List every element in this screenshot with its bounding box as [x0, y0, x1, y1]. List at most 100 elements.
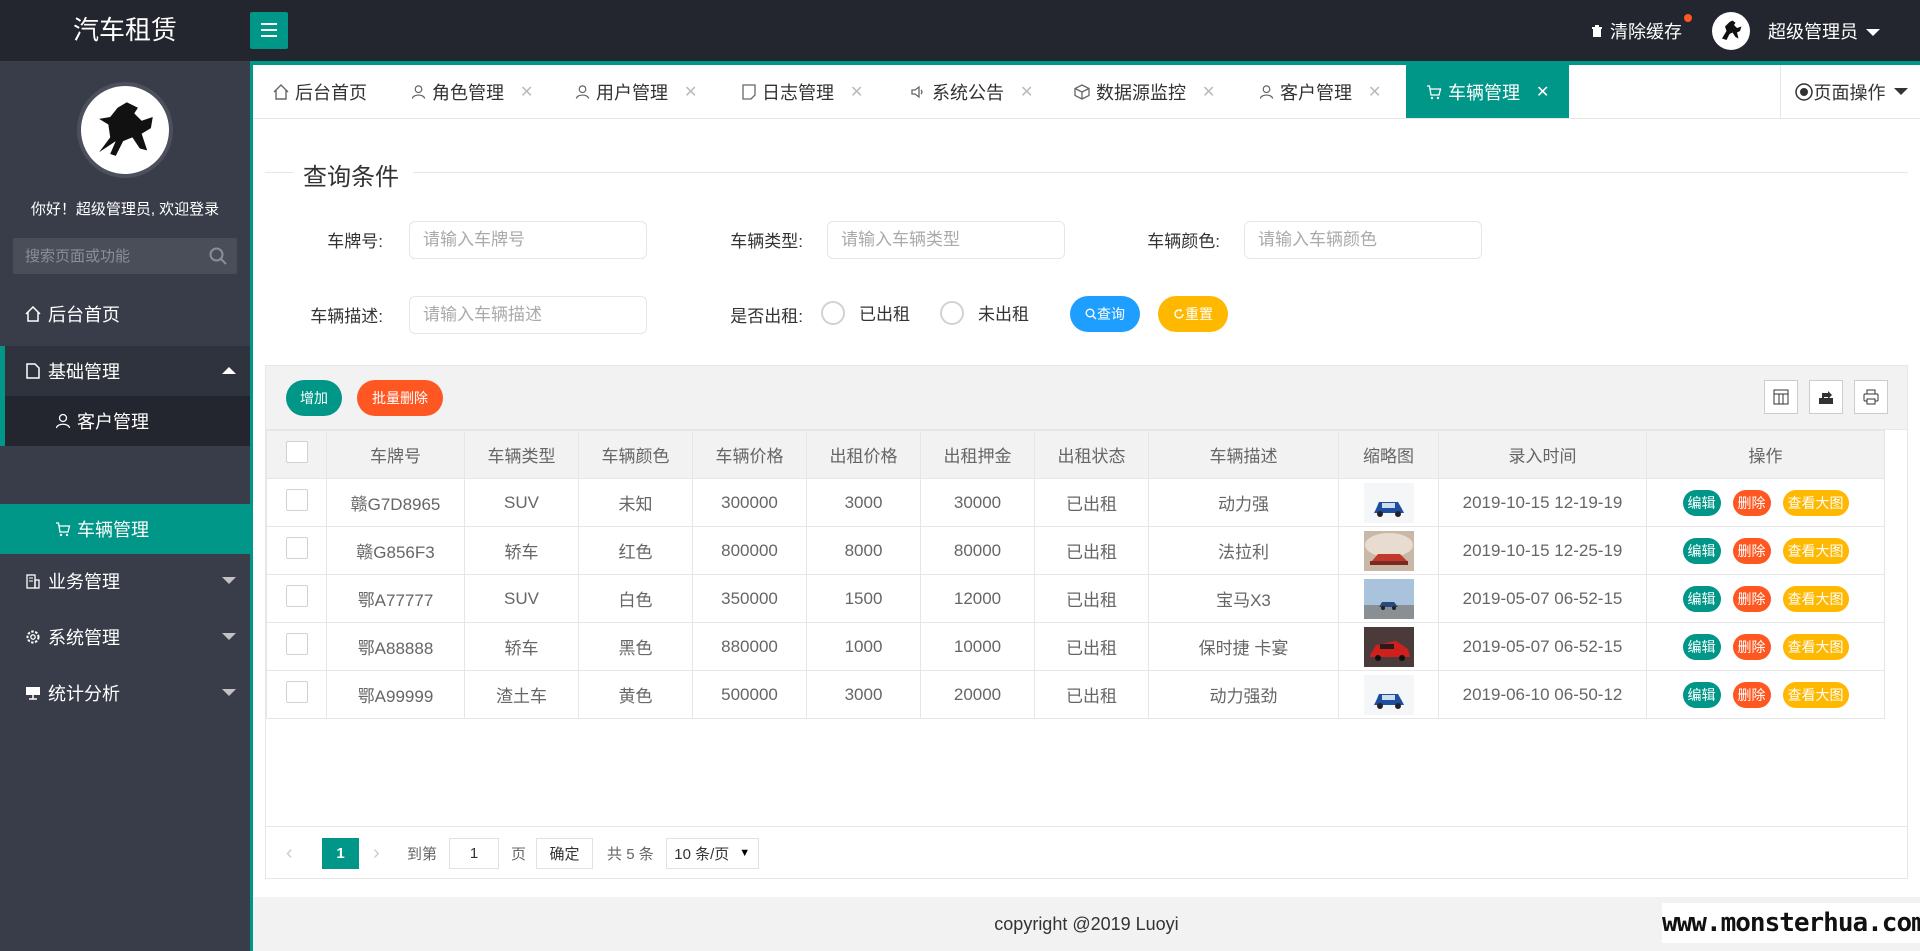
column-header[interactable]: 缩略图: [1338, 430, 1439, 479]
sidebar-item-business[interactable]: 业务管理: [0, 556, 250, 606]
close-icon[interactable]: ✕: [520, 82, 533, 102]
column-header[interactable]: 车辆价格: [692, 430, 807, 479]
column-header[interactable]: 车辆描述: [1148, 430, 1339, 479]
radio-rented[interactable]: 已出租: [821, 300, 910, 325]
close-icon[interactable]: ✕: [1536, 82, 1549, 102]
batch-delete-button[interactable]: 批量删除: [357, 380, 443, 416]
avatar[interactable]: [1712, 11, 1750, 50]
sidebar-search-input[interactable]: [13, 238, 237, 274]
column-header[interactable]: 出租押金: [920, 430, 1035, 479]
table-row[interactable]: 鄂A88888 轿车 黑色 880000 1000 10000 已出租 保时捷 …: [266, 622, 1885, 671]
thumbnail-red-car-smoke[interactable]: [1363, 530, 1414, 571]
edit-button[interactable]: 编辑: [1682, 585, 1721, 612]
confirm-button[interactable]: 确定: [536, 837, 594, 869]
sidebar-item-basic[interactable]: 基础管理: [0, 346, 250, 396]
table-row[interactable]: 赣G7D8965 SUV 未知 300000 3000 30000 已出租 动力…: [266, 478, 1885, 527]
tab-home[interactable]: 后台首页: [273, 65, 367, 118]
edit-button[interactable]: 编辑: [1682, 681, 1721, 708]
sidebar-item-system[interactable]: 系统管理: [0, 612, 250, 662]
sidebar-item-label: 后台首页: [48, 305, 120, 325]
reset-button-label: 重置: [1185, 306, 1213, 322]
type-input[interactable]: [827, 221, 1065, 259]
print-button[interactable]: [1854, 380, 1888, 414]
column-header[interactable]: 出租状态: [1034, 430, 1149, 479]
row-checkbox[interactable]: [285, 537, 308, 559]
color-input[interactable]: [1244, 221, 1482, 259]
view-image-button[interactable]: 查看大图: [1782, 681, 1849, 708]
edit-button[interactable]: 编辑: [1682, 537, 1721, 564]
delete-button[interactable]: 删除: [1732, 489, 1771, 516]
column-header[interactable]: 车辆颜色: [578, 430, 693, 479]
next-page-arrow[interactable]: ›: [373, 842, 397, 865]
user-menu[interactable]: 超级管理员: [1768, 18, 1880, 44]
sidebar-item-home[interactable]: 后台首页: [0, 289, 250, 339]
tab-users[interactable]: 用户管理 ✕: [575, 65, 697, 118]
tab-label: 用户管理: [596, 82, 668, 103]
caret-down-icon: [1866, 29, 1880, 37]
row-checkbox[interactable]: [285, 681, 308, 703]
tab-logs[interactable]: 日志管理 ✕: [742, 65, 863, 118]
delete-button[interactable]: 删除: [1732, 585, 1771, 612]
sidebar-item-vehicles[interactable]: 车辆管理: [0, 504, 250, 554]
search-icon[interactable]: [209, 247, 227, 265]
color-label: 车辆颜色:: [1147, 232, 1220, 251]
plate-input[interactable]: [409, 221, 647, 259]
thumbnail-blue-car[interactable]: [1363, 674, 1414, 715]
export-button[interactable]: [1809, 380, 1843, 414]
sidebar-item-stats[interactable]: 统计分析: [0, 668, 250, 718]
row-checkbox[interactable]: [285, 585, 308, 607]
add-button[interactable]: 增加: [286, 380, 342, 416]
clear-cache-button[interactable]: 清除缓存: [1590, 13, 1692, 44]
tab-datasource[interactable]: 数据源监控 ✕: [1074, 65, 1215, 118]
tab-vehicles[interactable]: 车辆管理 ✕: [1406, 65, 1570, 118]
edit-button[interactable]: 编辑: [1682, 489, 1721, 516]
column-header[interactable]: 车牌号: [326, 430, 465, 479]
close-icon[interactable]: ✕: [1020, 82, 1033, 102]
select-all-checkbox[interactable]: [285, 441, 308, 463]
columns-filter-button[interactable]: [1764, 380, 1798, 414]
menu-toggle-button[interactable]: [250, 12, 288, 49]
edit-button[interactable]: 编辑: [1682, 633, 1721, 660]
delete-button[interactable]: 删除: [1732, 633, 1771, 660]
row-checkbox[interactable]: [285, 489, 308, 511]
delete-button[interactable]: 删除: [1732, 681, 1771, 708]
table-row[interactable]: 鄂A77777 SUV 白色 350000 1500 12000 已出租 宝马X…: [266, 574, 1885, 623]
view-image-button[interactable]: 查看大图: [1782, 537, 1849, 564]
table-row[interactable]: 赣G856F3 轿车 红色 800000 8000 80000 已出租 法拉利 …: [266, 526, 1885, 575]
cell-plate: 鄂A99999: [326, 670, 465, 719]
goto-page-input[interactable]: 1: [449, 837, 500, 869]
trash-icon: [1592, 24, 1602, 37]
reset-button[interactable]: 重置: [1158, 296, 1228, 332]
tab-label: 车辆管理: [1448, 82, 1520, 103]
close-icon[interactable]: ✕: [1368, 82, 1381, 102]
row-checkbox[interactable]: [285, 633, 308, 655]
column-header[interactable]: 操作: [1646, 430, 1885, 479]
thumbnail-red-sports-car[interactable]: [1363, 626, 1414, 667]
view-image-button[interactable]: 查看大图: [1782, 633, 1849, 660]
page-operations-dropdown[interactable]: 页面操作: [1780, 65, 1920, 118]
column-header[interactable]: 车辆类型: [464, 430, 579, 479]
page-number-current[interactable]: 1: [322, 837, 359, 869]
cell-type: SUV: [464, 478, 579, 527]
table-row[interactable]: 鄂A99999 渣土车 黄色 500000 3000 20000 已出租 动力强…: [266, 670, 1885, 719]
view-image-button[interactable]: 查看大图: [1782, 489, 1849, 516]
close-icon[interactable]: ✕: [1202, 82, 1215, 102]
column-header[interactable]: 录入时间: [1438, 430, 1647, 479]
thumbnail-blue-car[interactable]: [1363, 482, 1414, 523]
sidebar-item-customers[interactable]: 客户管理: [0, 396, 250, 446]
tab-customers[interactable]: 客户管理 ✕: [1259, 65, 1381, 118]
radio-not-rented[interactable]: 未出租: [940, 300, 1029, 325]
tab-notices[interactable]: 系统公告 ✕: [910, 65, 1033, 118]
tab-roles[interactable]: 角色管理 ✕: [411, 65, 533, 118]
cell-actions: 编辑 删除 查看大图: [1646, 574, 1885, 623]
thumbnail-car-sky[interactable]: [1363, 578, 1414, 619]
prev-page-arrow[interactable]: ‹: [286, 842, 310, 865]
search-button[interactable]: 查询: [1070, 296, 1140, 332]
desc-input[interactable]: [409, 296, 647, 334]
view-image-button[interactable]: 查看大图: [1782, 585, 1849, 612]
delete-button[interactable]: 删除: [1732, 537, 1771, 564]
close-icon[interactable]: ✕: [684, 82, 697, 102]
page-size-select[interactable]: 10 条/页 ▼: [665, 837, 759, 869]
close-icon[interactable]: ✕: [850, 82, 863, 102]
column-header[interactable]: 出租价格: [806, 430, 921, 479]
